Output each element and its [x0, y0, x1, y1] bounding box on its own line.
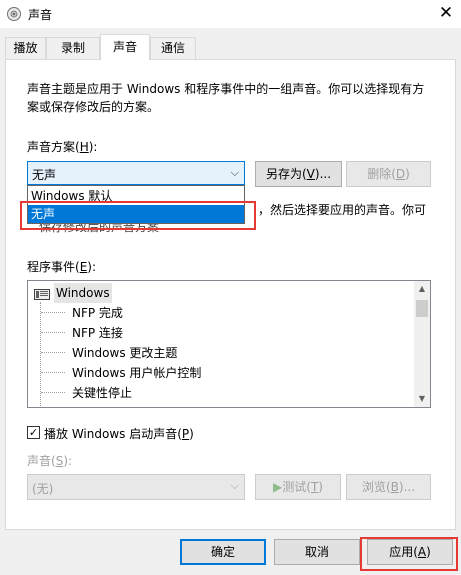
browse-button[interactable]: 浏览(B)...	[346, 474, 431, 500]
chevron-down-icon: ⌵	[230, 479, 239, 492]
description-line-2: 案或保存修改后的方案。	[27, 100, 160, 114]
event-item[interactable]: NFP 连接	[72, 323, 123, 343]
event-item[interactable]: 关键性停止	[72, 383, 132, 403]
event-item[interactable]: Windows 更改主题	[72, 343, 177, 363]
tree-branch	[41, 392, 65, 393]
sound-scheme-label: 声音方案(H):	[27, 140, 98, 154]
description-line-1: 声音主题是应用于 Windows 和程序事件中的一组声音。你可以选择现有方	[27, 82, 425, 96]
hint-text: ，然后选择要应用的声音。你可	[258, 203, 427, 217]
description: 声音主题是应用于 Windows 和程序事件中的一组声音。你可以选择现有方 案或…	[27, 80, 437, 116]
window-icon	[34, 289, 50, 300]
chevron-down-icon: ⌵	[230, 166, 239, 179]
vertical-scrollbar[interactable]: ▲ ▼	[414, 281, 430, 407]
sound-select[interactable]: (无) ⌵	[27, 474, 245, 500]
event-item[interactable]: Windows 用户帐户控制	[72, 363, 201, 383]
ok-button[interactable]: 确定	[180, 539, 266, 565]
tree-root-label: Windows	[54, 283, 112, 303]
startup-sound-label[interactable]: 播放 Windows 启动声音(P)	[44, 425, 194, 442]
highlight-box	[360, 537, 458, 571]
tab-playback[interactable]: 播放	[5, 37, 46, 59]
tree-branch	[41, 352, 65, 353]
sound-select-value: (无)	[32, 482, 54, 496]
sound-label: 声音(S):	[27, 454, 73, 468]
tab-communications[interactable]: 通信	[150, 37, 196, 59]
scroll-up-icon[interactable]: ▲	[414, 281, 430, 297]
tree-root-windows[interactable]: Windows	[30, 283, 412, 303]
close-button[interactable]: ✕	[433, 1, 459, 25]
tree-branch	[41, 372, 65, 373]
scroll-thumb[interactable]	[416, 300, 428, 317]
save-as-button[interactable]: 另存为(V)...	[255, 161, 342, 187]
tree-branch	[41, 332, 65, 333]
play-icon: ▶	[273, 480, 283, 494]
tab-sounds[interactable]: 声音	[100, 34, 150, 60]
highlight-box	[20, 201, 256, 230]
tab-recording[interactable]: 录制	[46, 37, 100, 59]
program-events-label: 程序事件(E):	[27, 260, 97, 274]
test-button[interactable]: ▶测试(T)	[255, 474, 341, 500]
program-events-list[interactable]: Windows NFP 完成 NFP 连接 Windows 更改主题 Windo…	[27, 280, 431, 408]
delete-button[interactable]: 删除(D)	[346, 161, 431, 187]
event-item[interactable]: NFP 完成	[72, 303, 123, 323]
cancel-button[interactable]: 取消	[274, 539, 360, 565]
tree-branch	[41, 312, 65, 313]
window-title: 声音	[28, 8, 53, 22]
speaker-icon	[7, 7, 21, 21]
sound-scheme-select[interactable]: 无声 ⌵	[27, 161, 245, 185]
title-bar: 声音 ✕	[0, 0, 461, 28]
startup-sound-checkbox[interactable]: ✓	[27, 426, 40, 439]
scroll-down-icon[interactable]: ▼	[414, 391, 430, 407]
sound-scheme-value: 无声	[32, 168, 57, 182]
